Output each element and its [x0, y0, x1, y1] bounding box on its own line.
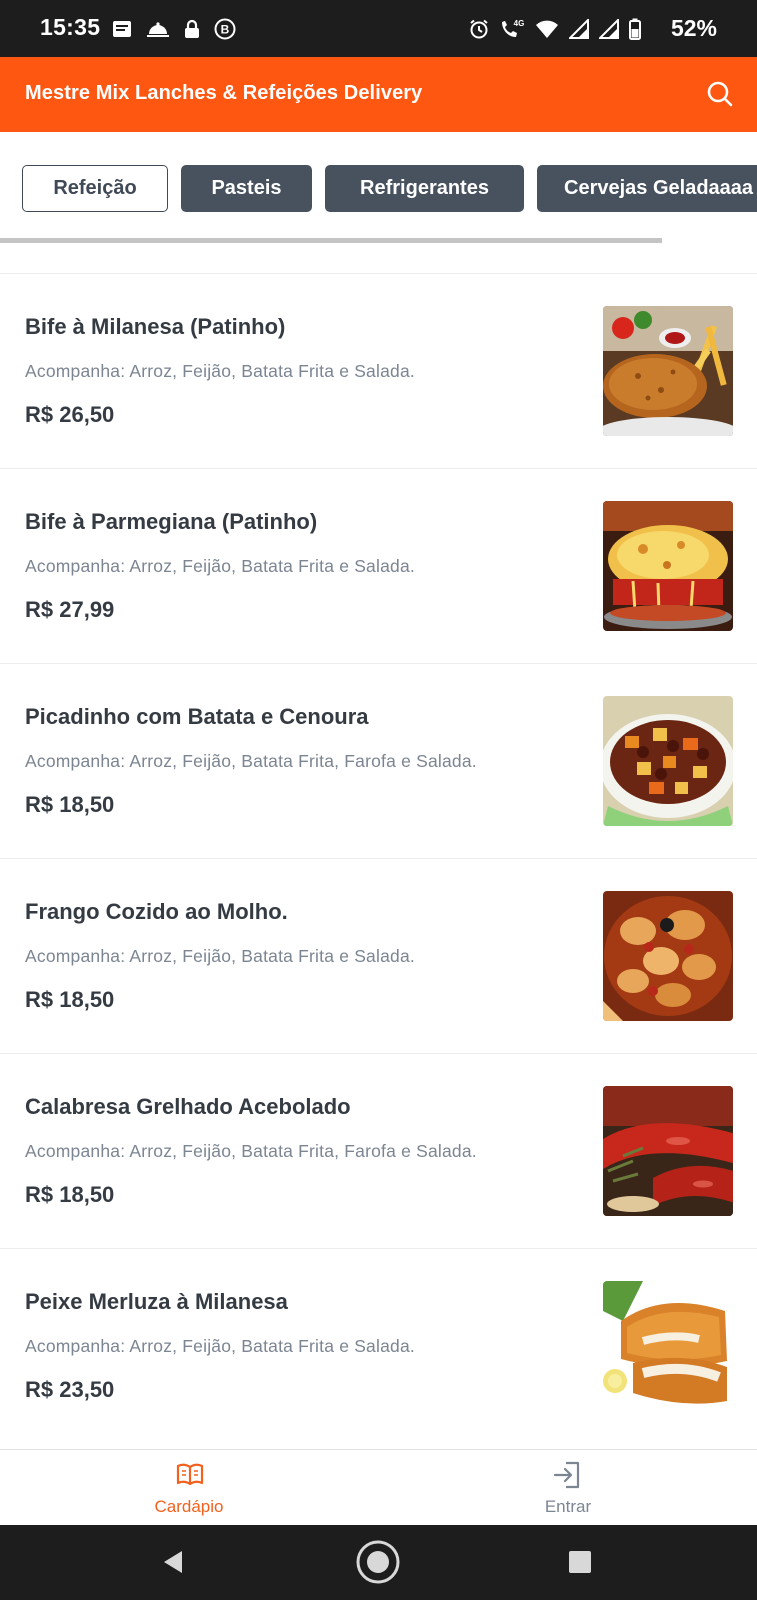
grilled-sausage-photo — [603, 1086, 733, 1216]
menu-item[interactable]: Bife à Parmegiana (Patinho) Acompanha: A… — [0, 469, 757, 664]
menu-item[interactable]: Bife à Milanesa (Patinho) Acompanha: Arr… — [0, 274, 757, 469]
b-badge-icon: B — [214, 18, 236, 40]
search-icon — [707, 81, 733, 107]
tab-refeicao[interactable]: Refeição — [22, 165, 168, 212]
breaded-steak-photo — [603, 306, 733, 436]
home-button[interactable] — [353, 1537, 403, 1587]
app-header: Mestre Mix Lanches & Refeições Delivery — [0, 57, 757, 132]
item-name: Calabresa Grelhado Acebolado — [25, 1094, 351, 1119]
nav-label-cardapio: Cardápio — [154, 1497, 224, 1516]
signal-icon-2 — [599, 19, 619, 39]
back-button[interactable] — [148, 1537, 198, 1587]
nav-entrar[interactable]: Entrar — [379, 1450, 757, 1526]
menu-list: Bife à Milanesa (Patinho) Acompanha: Arr… — [0, 274, 757, 1444]
lock-icon — [185, 19, 199, 38]
item-description: Acompanha: Arroz, Feijão, Batata Frita e… — [25, 361, 415, 381]
recents-icon — [569, 1551, 591, 1573]
search-button[interactable] — [703, 77, 737, 111]
nav-cardapio[interactable]: Cardápio — [0, 1450, 378, 1526]
nav-label-entrar: Entrar — [544, 1497, 592, 1516]
menu-item[interactable]: Picadinho com Batata e Cenoura Acompanha… — [0, 664, 757, 859]
network-type-label: 4G — [514, 19, 525, 28]
chicken-stew-photo — [603, 891, 733, 1021]
parmigiana-photo — [603, 501, 733, 631]
item-description: Acompanha: Arroz, Feijão, Batata Frita, … — [25, 751, 477, 771]
tabs-scrollbar[interactable] — [0, 238, 662, 243]
battery-percentage: 52% — [670, 15, 717, 41]
login-icon — [553, 1461, 580, 1489]
item-description: Acompanha: Arroz, Feijão, Batata Frita e… — [25, 1336, 415, 1356]
item-name: Bife à Parmegiana (Patinho) — [25, 509, 318, 534]
menu-item[interactable]: Peixe Merluza à Milanesa Acompanha: Arro… — [0, 1249, 757, 1444]
status-right-icons: 4G — [469, 16, 641, 42]
item-name: Frango Cozido ao Molho. — [25, 899, 288, 924]
beef-stew-photo — [603, 696, 733, 826]
svg-text:B: B — [221, 23, 230, 37]
open-book-icon — [176, 1463, 204, 1486]
recents-button[interactable] — [555, 1537, 605, 1587]
item-name: Picadinho com Batata e Cenoura — [25, 704, 369, 729]
bottom-nav: Cardápio Entrar — [0, 1449, 757, 1525]
item-price: R$ 18,50 — [25, 792, 115, 817]
status-left-icons: B — [112, 16, 236, 42]
restaurant-title: Mestre Mix Lanches & Refeições Delivery — [25, 82, 423, 104]
item-price: R$ 18,50 — [25, 1182, 115, 1207]
menu-item[interactable]: Calabresa Grelhado Acebolado Acompanha: … — [0, 1054, 757, 1249]
tab-cervejas[interactable]: Cervejas Geladaaaa — [537, 165, 757, 212]
status-bar: 15:35 B 4G 52% — [0, 0, 757, 57]
item-price: R$ 27,99 — [25, 597, 115, 622]
status-time: 15:35 — [40, 14, 101, 40]
item-description: Acompanha: Arroz, Feijão, Batata Frita e… — [25, 556, 415, 576]
breaded-fish-photo — [603, 1281, 733, 1411]
signal-icon — [569, 19, 589, 39]
home-icon — [356, 1540, 400, 1584]
back-icon — [164, 1551, 182, 1573]
item-price: R$ 26,50 — [25, 402, 115, 427]
alarm-icon — [470, 19, 488, 39]
cloche-icon — [147, 22, 169, 37]
wifi-icon — [536, 20, 558, 38]
item-description: Acompanha: Arroz, Feijão, Batata Frita e… — [25, 946, 415, 966]
item-name: Peixe Merluza à Milanesa — [25, 1289, 288, 1314]
tab-refrigerantes[interactable]: Refrigerantes — [325, 165, 524, 212]
category-tabs: Refeição Pasteis Refrigerantes Cervejas … — [0, 132, 757, 240]
android-nav-bar — [0, 1525, 757, 1600]
menu-item[interactable]: Frango Cozido ao Molho. Acompanha: Arroz… — [0, 859, 757, 1054]
item-price: R$ 23,50 — [25, 1377, 115, 1402]
tab-pasteis[interactable]: Pasteis — [181, 165, 312, 212]
item-name: Bife à Milanesa (Patinho) — [25, 314, 286, 339]
item-price: R$ 18,50 — [25, 987, 115, 1012]
item-description: Acompanha: Arroz, Feijão, Batata Frita, … — [25, 1141, 477, 1161]
notes-icon — [113, 21, 131, 37]
phone-4g-icon: 4G — [502, 19, 525, 37]
battery-icon — [629, 18, 641, 40]
